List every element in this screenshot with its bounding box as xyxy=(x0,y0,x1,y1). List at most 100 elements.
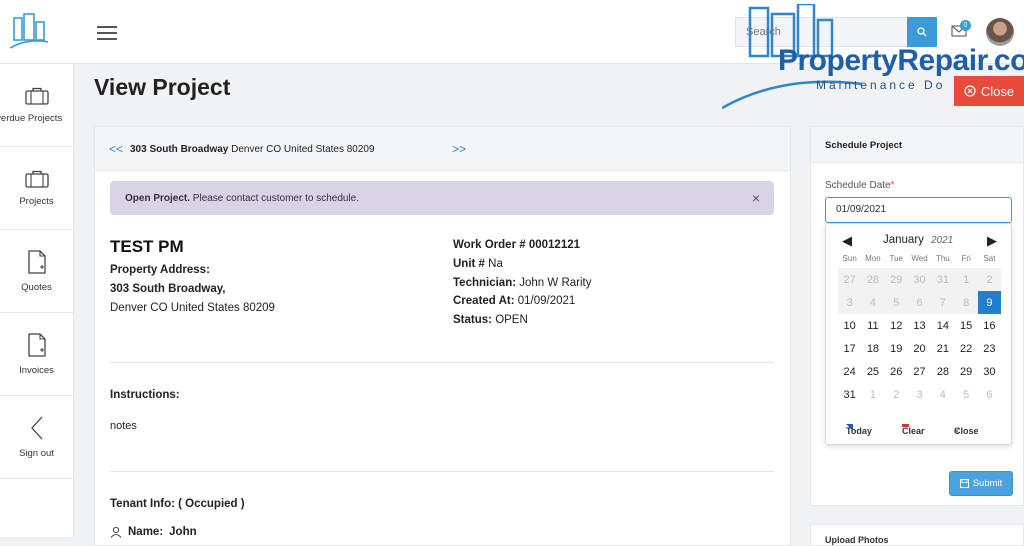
calendar-week: 31 1 2 3 4 5 6 xyxy=(838,383,1001,406)
calendar-day: 28 xyxy=(861,268,885,291)
alert-close-icon[interactable]: × xyxy=(752,190,760,206)
calendar-day[interactable]: 6 xyxy=(978,383,1001,406)
calendar-day: 8 xyxy=(954,291,978,314)
calendar-day[interactable]: 1 xyxy=(861,383,884,406)
mail-count-badge: 0 xyxy=(960,20,971,31)
previous-month-icon[interactable]: ◀ xyxy=(842,233,852,249)
clear-label: Clear xyxy=(902,426,925,436)
dow-label: Sun xyxy=(842,254,857,263)
calendar-day[interactable]: 3 xyxy=(908,383,931,406)
calendar-week: 27 28 29 30 31 1 2 xyxy=(838,268,1002,291)
calendar-day: 30 xyxy=(907,268,932,291)
tenant-info-label: Tenant Info: ( Occupied ) xyxy=(110,498,245,510)
calendar-day[interactable]: 11 xyxy=(861,314,884,337)
next-month-icon[interactable]: ▶ xyxy=(987,233,997,249)
schedule-date-label-text: Schedule Date xyxy=(825,180,891,191)
sidebar-item-label: Quotes xyxy=(21,281,52,293)
today-button[interactable]: Today xyxy=(846,424,872,436)
calendar-footer: Today Clear × Close xyxy=(826,422,1013,438)
briefcase-icon xyxy=(24,87,49,105)
sidebar-item-projects[interactable]: Projects xyxy=(0,147,73,230)
today-label: Today xyxy=(846,426,872,436)
technician-label: Technician: xyxy=(453,276,517,289)
work-order-number: Work Order # 00012121 xyxy=(453,239,581,251)
calendar-year[interactable]: 2021 xyxy=(931,235,953,246)
next-project-link[interactable]: >> xyxy=(452,142,466,156)
calendar-day[interactable]: 15 xyxy=(954,314,977,337)
status-alert: Open Project. Please contact customer to… xyxy=(110,181,774,215)
calendar-day[interactable]: 16 xyxy=(978,314,1001,337)
calendar-day[interactable]: 30 xyxy=(978,360,1001,383)
calendar-day[interactable]: 13 xyxy=(908,314,931,337)
sidebar-item-quotes[interactable]: Quotes xyxy=(0,230,73,313)
calendar-day[interactable]: 25 xyxy=(861,360,884,383)
calendar-day[interactable]: 27 xyxy=(908,360,931,383)
search-button[interactable] xyxy=(907,17,937,47)
close-button-label: Close xyxy=(980,83,1015,99)
watermark-title: PropertyRepair.co xyxy=(778,44,1024,77)
page-title: View Project xyxy=(94,74,231,100)
divider xyxy=(110,362,774,363)
submit-button[interactable]: Submit xyxy=(949,471,1013,496)
clear-button[interactable]: Clear xyxy=(902,424,925,436)
tenant-name-row: Name: John xyxy=(110,526,197,538)
search-input[interactable] xyxy=(736,18,907,46)
user-icon xyxy=(110,526,122,538)
schedule-date-input[interactable]: 01/09/2021 xyxy=(825,197,1012,223)
calendar-day[interactable]: 28 xyxy=(931,360,954,383)
tenant-name-value: John xyxy=(169,526,197,538)
calendar-day-selected[interactable]: 9 xyxy=(977,291,1002,314)
calendar-day: 29 xyxy=(884,268,908,291)
day-of-week-row: Sun Mon Tue Wed Thu Fri Sat xyxy=(838,254,1001,268)
status-value: OPEN xyxy=(495,314,528,327)
sidebar-item-sign-out[interactable]: Sign out xyxy=(0,396,73,479)
dow-label: Tue xyxy=(889,254,903,263)
calendar-day[interactable]: 29 xyxy=(954,360,977,383)
calendar-day[interactable]: 10 xyxy=(838,314,861,337)
calendar-day[interactable]: 20 xyxy=(908,337,931,360)
calendar-day[interactable]: 26 xyxy=(885,360,908,383)
sidebar-item-overdue-projects[interactable]: Overdue Projects xyxy=(0,64,73,147)
calendar-day[interactable]: 17 xyxy=(838,337,861,360)
arrow-left-icon xyxy=(30,416,42,439)
project-title: TEST PM xyxy=(110,237,184,256)
calendar-day: 6 xyxy=(907,291,932,314)
briefcase-icon xyxy=(24,170,49,188)
search-icon xyxy=(917,27,927,37)
company-logo-icon[interactable] xyxy=(8,12,50,52)
property-address-line2: Denver CO United States 80209 xyxy=(110,302,275,314)
calendar-day[interactable]: 5 xyxy=(954,383,977,406)
user-avatar[interactable] xyxy=(986,18,1014,46)
calendar-week: 3 4 5 6 7 8 9 xyxy=(838,291,1002,314)
calendar-day[interactable]: 14 xyxy=(931,314,954,337)
calendar-day[interactable]: 4 xyxy=(931,383,954,406)
unit-label: Unit # xyxy=(453,257,485,270)
calendar-day[interactable]: 24 xyxy=(838,360,861,383)
calendar-day[interactable]: 18 xyxy=(861,337,884,360)
watermark-subtitle: Maintenance Do xyxy=(816,78,946,92)
calendar-day[interactable]: 2 xyxy=(885,383,908,406)
address-rest: Denver CO United States 80209 xyxy=(231,144,375,155)
calendar-day: 27 xyxy=(838,268,862,291)
technician-value: John W Rarity xyxy=(519,276,592,289)
dow-label: Thu xyxy=(935,254,950,263)
instructions-notes: notes xyxy=(110,420,137,432)
calendar-day[interactable]: 19 xyxy=(885,337,908,360)
dow-label: Mon xyxy=(865,254,881,263)
calendar-day[interactable]: 23 xyxy=(978,337,1001,360)
sidebar-item-invoices[interactable]: Invoices xyxy=(0,313,73,396)
calendar-header: ◀ January 2021 ▶ xyxy=(826,232,1013,250)
address-street: 303 South Broadway xyxy=(130,144,229,155)
calendar-day[interactable]: 21 xyxy=(931,337,954,360)
schedule-card-title: Schedule Project xyxy=(811,127,1023,163)
calendar-day[interactable]: 12 xyxy=(885,314,908,337)
calendar-day[interactable]: 31 xyxy=(838,383,861,406)
calendar-day[interactable]: 22 xyxy=(954,337,977,360)
calendar-week: 17 18 19 20 21 22 23 xyxy=(838,337,1001,360)
calendar-month[interactable]: January xyxy=(883,234,924,246)
menu-toggle-icon[interactable] xyxy=(97,26,117,40)
dow-label: Fri xyxy=(961,254,971,263)
close-button[interactable]: Close xyxy=(954,76,1024,106)
previous-project-link[interactable]: << xyxy=(109,142,123,156)
sidebar: Overdue Projects Projects Quotes Invoice… xyxy=(0,64,74,537)
